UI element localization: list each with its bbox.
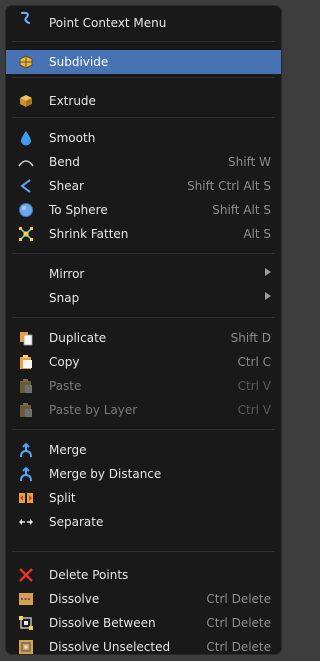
menu-item-subdivide[interactable]: Subdivide	[6, 50, 281, 74]
menu-item-label: Split	[49, 491, 76, 505]
menu-item-shortcut: Alt S	[243, 227, 271, 241]
menu-item-shear[interactable]: Shear Shift Ctrl Alt S	[6, 174, 281, 198]
bend-icon	[18, 154, 34, 170]
menu-item-label: Copy	[49, 355, 80, 369]
menu-item-separate[interactable]: Separate	[6, 510, 281, 534]
separator	[12, 77, 275, 78]
sphere-icon	[18, 202, 34, 218]
menu-item-snap[interactable]: Snap	[6, 286, 281, 310]
submenu-arrow-icon	[265, 268, 271, 276]
menu-item-label: Duplicate	[49, 331, 107, 345]
copy-icon	[18, 354, 34, 370]
menu-item-merge-by-distance[interactable]: Merge by Distance	[6, 462, 281, 486]
menu-item-bend[interactable]: Bend Shift W	[6, 150, 281, 174]
menu-item-shortcut: Shift Alt S	[212, 203, 271, 217]
menu-item-dissolve-between[interactable]: Dissolve Between Ctrl Delete	[6, 611, 281, 635]
menu-item-label: Separate	[49, 515, 104, 529]
menu-item-label: To Sphere	[49, 203, 108, 217]
submenu-arrow-icon	[265, 292, 271, 300]
menu-item-to-sphere[interactable]: To Sphere Shift Alt S	[6, 198, 281, 222]
menu-item-shortcut: Ctrl Delete	[206, 592, 271, 606]
menu-item-split[interactable]: Split	[6, 486, 281, 510]
menu-item-extrude[interactable]: Extrude	[6, 89, 281, 113]
dissolve-between-icon	[18, 615, 34, 631]
menu-item-shortcut: Shift W	[228, 155, 271, 169]
separator	[12, 551, 275, 552]
menu-item-label: Smooth	[49, 131, 96, 145]
dissolve-unselected-icon	[18, 639, 34, 654]
menu-item-shortcut: Ctrl Delete	[206, 640, 271, 654]
menu-item-mirror[interactable]: Mirror	[6, 262, 281, 286]
dissolve-icon	[18, 591, 34, 607]
menu-item-label: Extrude	[49, 94, 96, 108]
separator	[12, 117, 275, 118]
shrink-fatten-icon	[18, 226, 34, 242]
paste-icon	[18, 402, 34, 418]
menu-item-label: Bend	[49, 155, 80, 169]
menu-item-shortcut: Shift Ctrl Alt S	[187, 179, 271, 193]
drop-icon	[18, 130, 34, 146]
menu-item-label: Delete Points	[49, 568, 129, 582]
paste-icon	[18, 378, 34, 394]
menu-item-label: Dissolve Unselected	[49, 640, 171, 654]
menu-item-copy[interactable]: Copy Ctrl C	[6, 350, 281, 374]
menu-item-dissolve[interactable]: Dissolve Ctrl Delete	[6, 587, 281, 611]
menu-item-shortcut: Ctrl Delete	[206, 616, 271, 630]
menu-item-shortcut: Ctrl C	[237, 355, 271, 369]
separator	[12, 429, 275, 430]
separator	[12, 41, 275, 42]
menu-item-shortcut: Ctrl V	[237, 403, 271, 417]
menu-item-shortcut: Shift D	[230, 331, 271, 345]
menu-header: Point Context Menu	[6, 6, 281, 40]
menu-item-smooth[interactable]: Smooth	[6, 126, 281, 150]
duplicate-icon	[18, 330, 34, 346]
menu-title: Point Context Menu	[49, 16, 167, 30]
point-context-menu: Point Context Menu Subdivide Extrude Smo…	[6, 6, 281, 654]
menu-item-shortcut: Ctrl V	[237, 379, 271, 393]
separate-arrows-icon	[18, 514, 34, 530]
x-icon	[18, 567, 34, 583]
menu-item-dissolve-unselected[interactable]: Dissolve Unselected Ctrl Delete	[6, 635, 281, 654]
menu-item-merge[interactable]: Merge	[6, 438, 281, 462]
menu-item-label: Dissolve	[49, 592, 100, 606]
menu-item-label: Dissolve Between	[49, 616, 156, 630]
menu-item-paste-by-layer[interactable]: Paste by Layer Ctrl V	[6, 398, 281, 422]
menu-item-label: Snap	[49, 291, 80, 305]
menu-item-label: Shear	[49, 179, 84, 193]
stroke-icon	[18, 10, 34, 26]
shear-icon	[18, 178, 34, 194]
merge-icon	[18, 466, 34, 482]
menu-item-label: Shrink Fatten	[49, 227, 129, 241]
subdivide-icon	[18, 54, 34, 70]
separator	[12, 317, 275, 318]
split-icon	[18, 490, 34, 506]
menu-item-label: Paste by Layer	[49, 403, 138, 417]
menu-item-delete-points[interactable]: Delete Points	[6, 563, 281, 587]
separator	[12, 253, 275, 254]
menu-item-label: Merge	[49, 443, 87, 457]
menu-item-shrink-fatten[interactable]: Shrink Fatten Alt S	[6, 222, 281, 246]
extrude-icon	[18, 93, 34, 109]
menu-item-label: Subdivide	[49, 55, 109, 69]
menu-item-label: Merge by Distance	[49, 467, 162, 481]
menu-item-duplicate[interactable]: Duplicate Shift D	[6, 326, 281, 350]
menu-item-label: Mirror	[49, 267, 85, 281]
menu-item-paste[interactable]: Paste Ctrl V	[6, 374, 281, 398]
menu-item-label: Paste	[49, 379, 82, 393]
merge-icon	[18, 442, 34, 458]
